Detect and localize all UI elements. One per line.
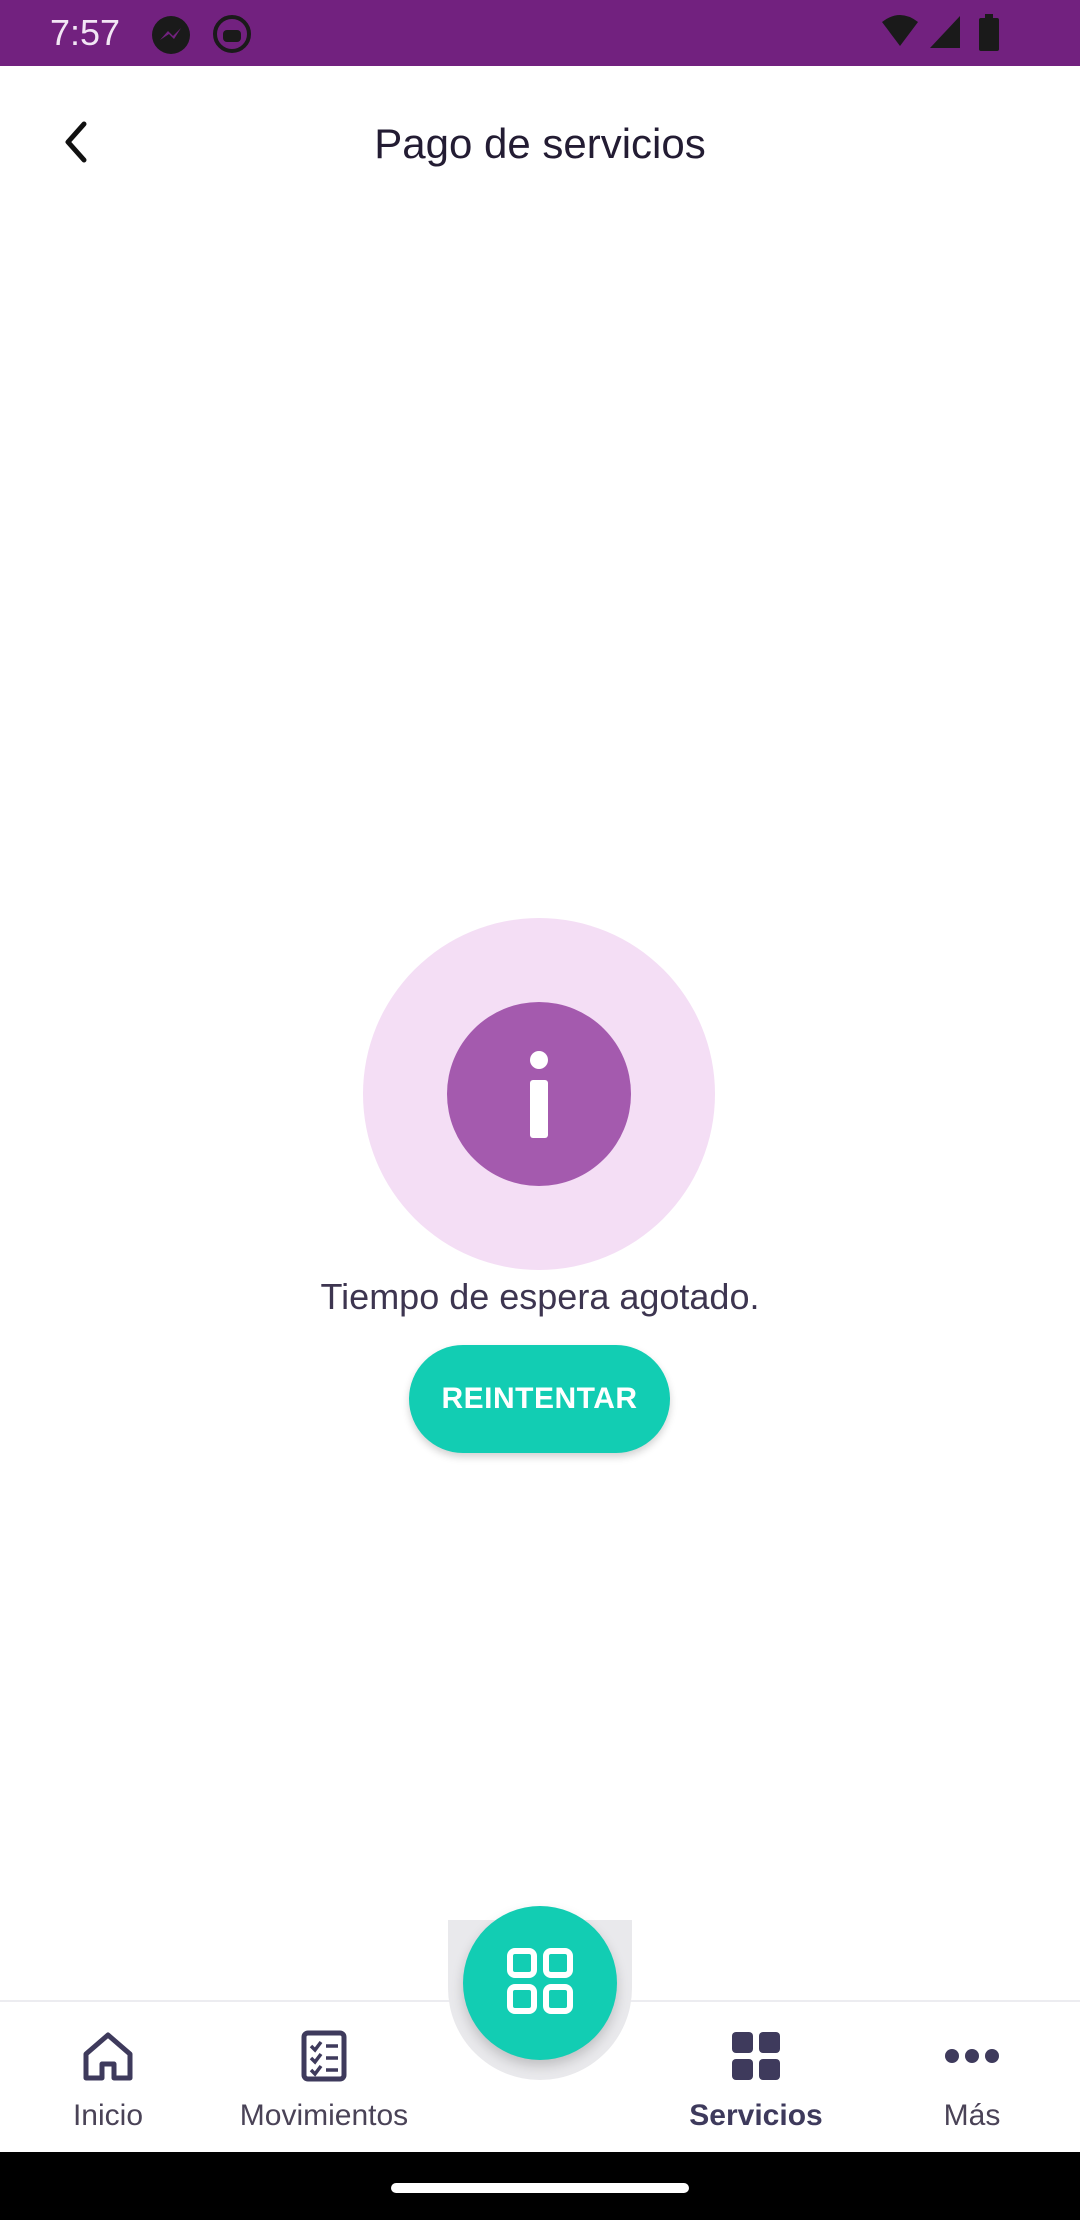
page-title: Pago de servicios: [374, 120, 706, 167]
nav-label-servicios: Servicios: [689, 2099, 823, 2132]
nav-item-mas[interactable]: Más: [872, 2014, 1072, 2144]
home-icon: [80, 2028, 136, 2084]
nav-item-servicios[interactable]: Servicios: [656, 2014, 856, 2144]
grid-icon: [728, 2028, 784, 2084]
qr-grid-icon: [506, 1947, 574, 2020]
messenger-icon: [150, 14, 192, 61]
android-robot-icon: [212, 14, 252, 59]
more-horiz-icon: [944, 2028, 1000, 2084]
nav-item-inicio[interactable]: Inicio: [8, 2014, 208, 2144]
status-time: 7:57: [50, 12, 121, 53]
retry-button[interactable]: REINTENTAR: [409, 1345, 670, 1453]
nav-label-movimientos: Movimientos: [239, 2099, 409, 2132]
nav-item-movimientos[interactable]: Movimientos: [224, 2014, 424, 2144]
wifi-icon: [880, 14, 920, 55]
app-bar: Pago de servicios: [0, 66, 1080, 222]
nav-label-inicio: Inicio: [72, 2099, 144, 2132]
timeout-message: Tiempo de espera agotado.: [320, 1276, 760, 1317]
checklist-icon: [296, 2028, 352, 2084]
scan-fab-button[interactable]: [463, 1906, 617, 2060]
info-illustration: [363, 918, 715, 1270]
status-bar: 7:57: [0, 0, 1080, 66]
cell-signal-icon: [928, 14, 962, 55]
home-gesture-handle[interactable]: [391, 2183, 689, 2193]
nav-label-mas: Más: [943, 2099, 1001, 2132]
battery-icon: [978, 14, 1000, 57]
info-icon: [447, 1002, 631, 1186]
